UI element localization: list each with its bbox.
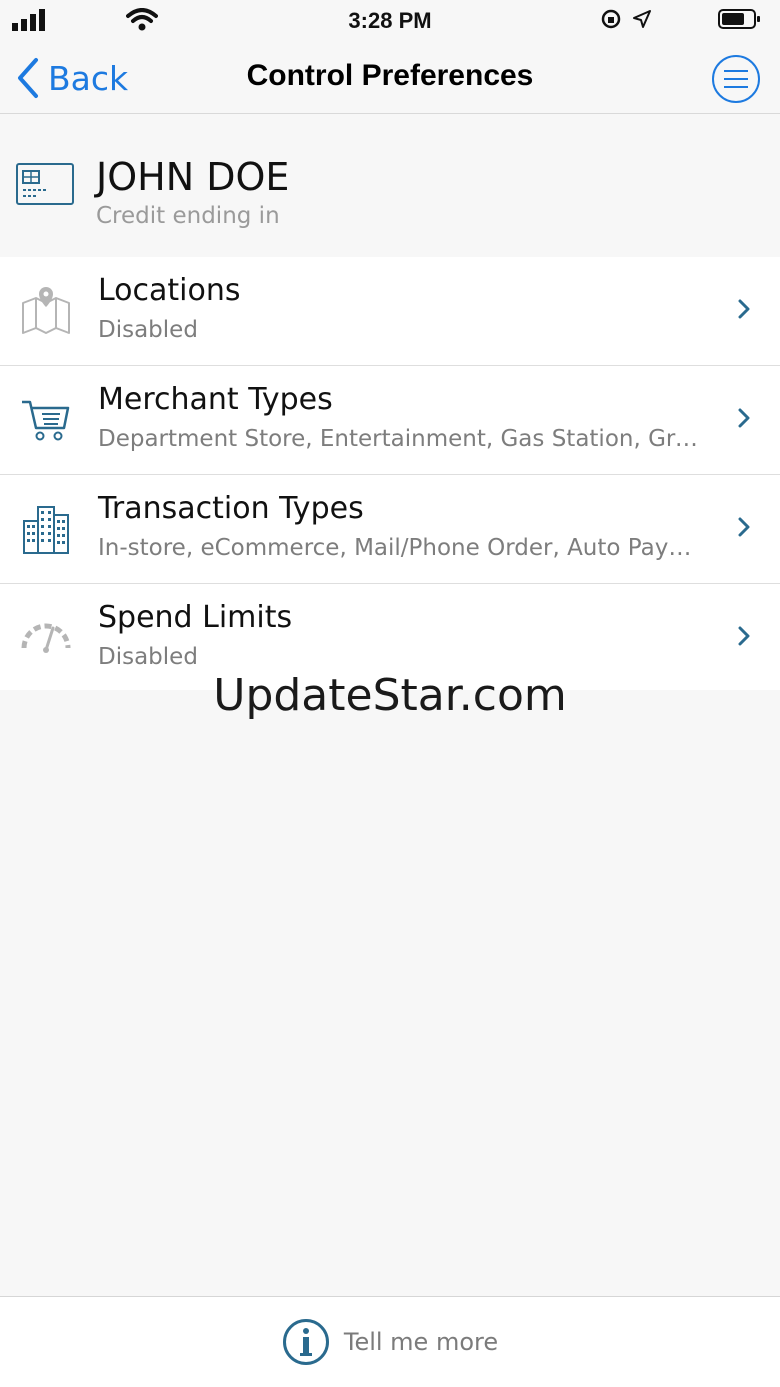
wifi-icon [126,8,158,31]
shopping-cart-icon [22,400,70,441]
location-arrow-icon [633,10,651,28]
list-item-locations[interactable]: Locations Disabled [0,257,780,366]
chevron-right-icon [738,299,750,319]
page-title: Control Preferences [246,59,534,92]
navigation-bar: Back Control Preferences [0,42,780,114]
tell-me-more-label: Tell me more [343,1328,499,1356]
credit-card-icon [16,163,74,205]
chevron-right-icon [738,408,750,428]
list-item-transaction-types[interactable]: Transaction Types In-store, eCommerce, M… [0,475,780,584]
preferences-list: Locations Disabled Merchant Types Depart… [0,257,780,690]
card-subtitle: Credit ending in [96,203,280,229]
chevron-right-icon [738,517,750,537]
menu-button[interactable] [712,55,760,103]
buildings-icon [23,506,69,554]
tell-me-more-button[interactable]: Tell me more [0,1296,780,1387]
cardholder-name: JOHN DOE [96,155,290,199]
row-subtitle: Disabled [98,644,198,670]
chevron-right-icon [738,626,750,646]
row-title: Merchant Types [98,382,333,417]
speedometer-icon [21,623,71,653]
row-subtitle: Department Store, Entertainment, Gas Sta… [98,426,698,452]
watermark-text: UpdateStar.com [213,670,567,721]
row-subtitle: Disabled [98,317,198,343]
row-title: Locations [98,273,241,308]
row-title: Transaction Types [98,491,364,526]
signal-strength-icon [12,9,45,31]
row-subtitle: In-store, eCommerce, Mail/Phone Order, A… [98,535,698,561]
hamburger-menu-icon [724,70,748,88]
status-time: 3:28 PM [348,8,432,33]
rotation-lock-icon [601,9,621,29]
battery-icon [718,9,760,29]
list-item-merchant-types[interactable]: Merchant Types Department Store, Enterta… [0,366,780,475]
row-title: Spend Limits [98,600,293,635]
info-icon [282,1319,329,1365]
map-pin-icon [22,287,70,334]
status-bar: 3:28 PM [0,0,780,42]
card-header: JOHN DOE Credit ending in [0,115,780,257]
